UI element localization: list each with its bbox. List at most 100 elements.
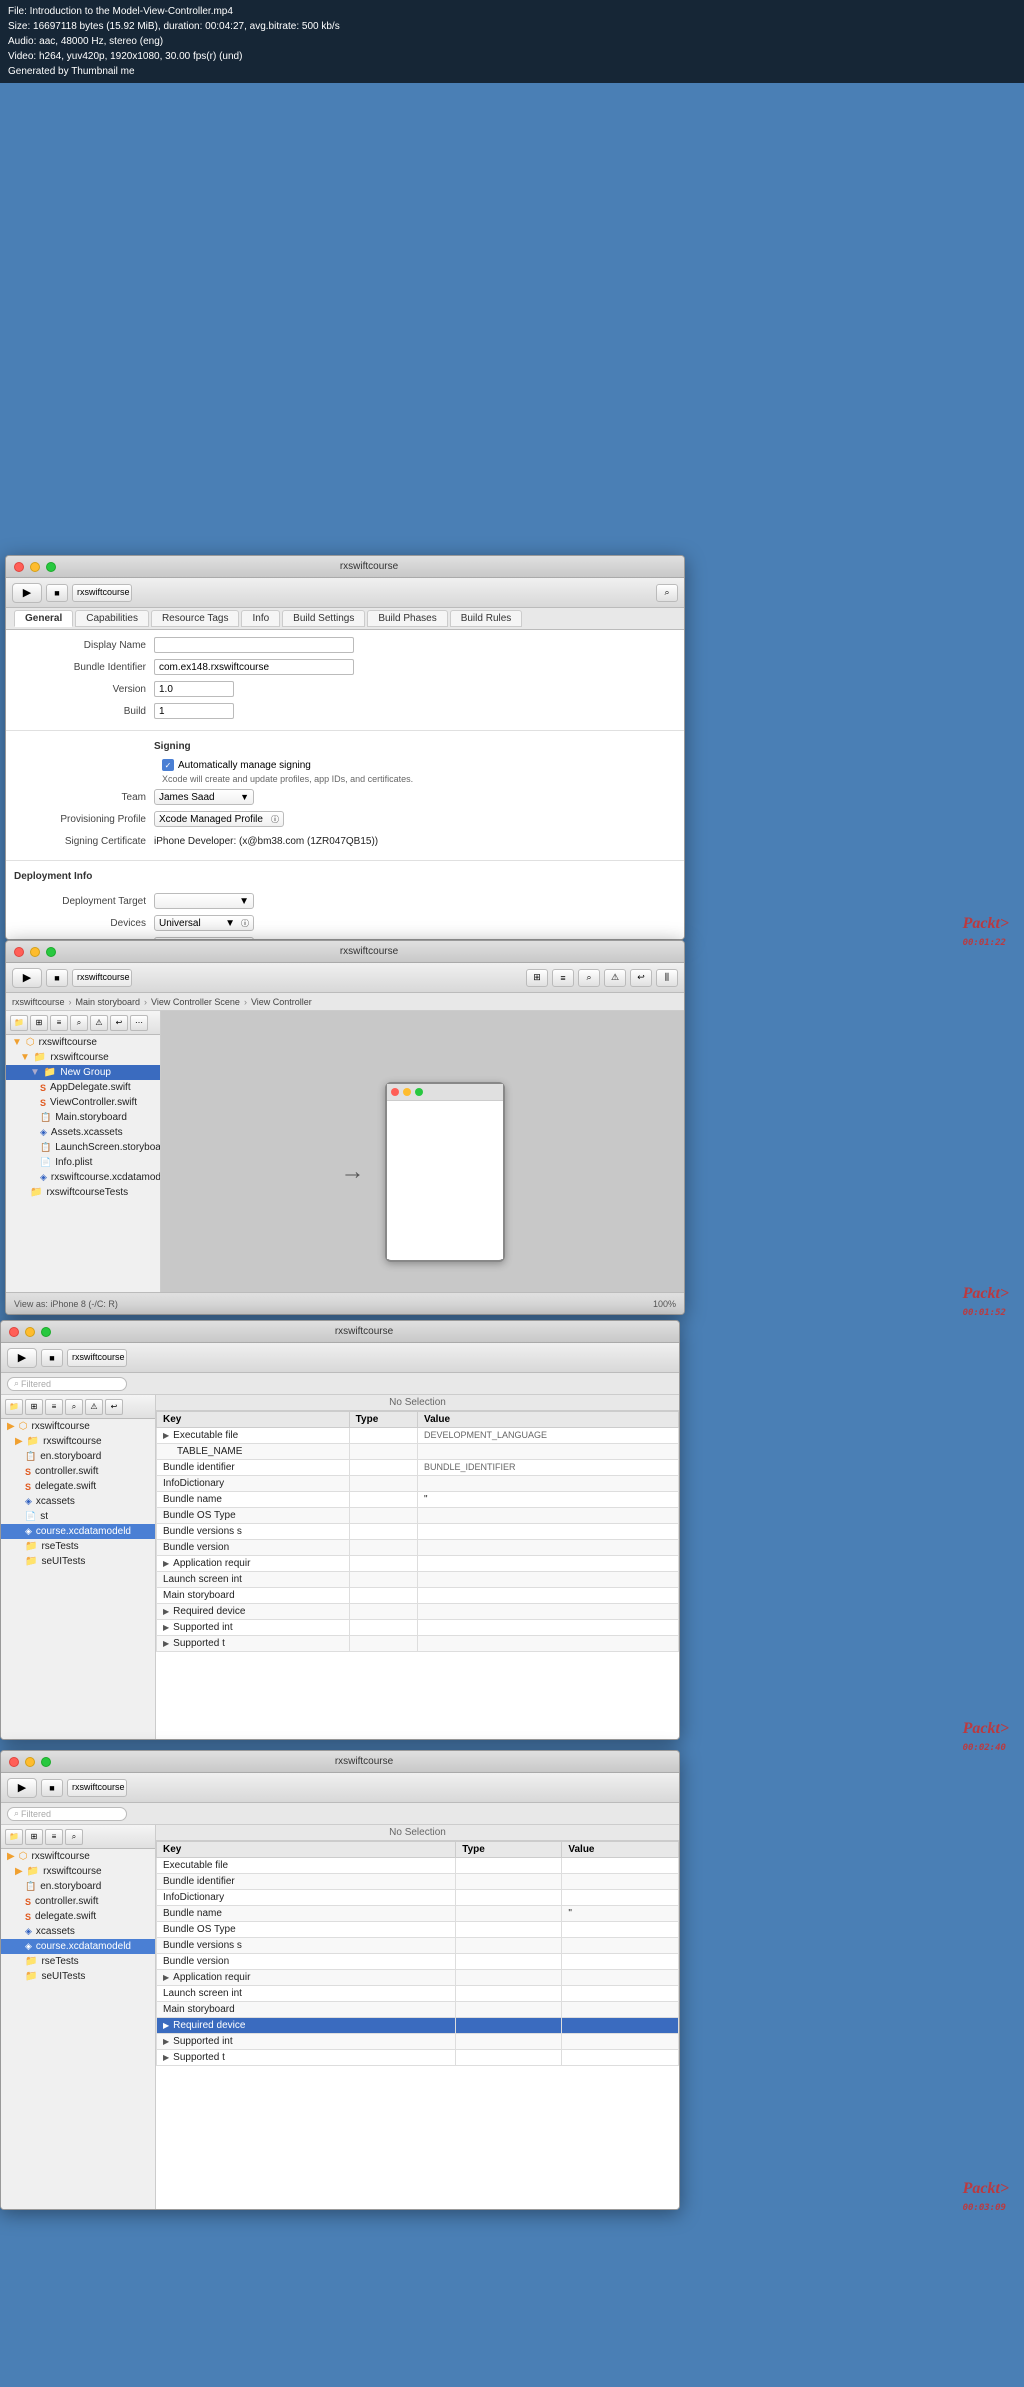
close-button-3[interactable]	[9, 1327, 19, 1337]
stop-button-4[interactable]: ■	[41, 1779, 63, 1797]
sb4-delegate[interactable]: S delegate.swift	[1, 1909, 155, 1924]
bundle-id-input[interactable]	[154, 659, 354, 675]
plist-row-tablename[interactable]: TABLE_NAME	[157, 1444, 679, 1460]
sb3-git-btn[interactable]: ↩	[105, 1399, 123, 1415]
sidebar-git-btn[interactable]: ↩	[110, 1015, 128, 1031]
stop-button-3[interactable]: ■	[41, 1349, 63, 1367]
filter-search-box[interactable]: ⌕ Filtered	[7, 1377, 127, 1391]
sb4-rsetests[interactable]: 📁 rseTests	[1, 1954, 155, 1969]
deploy-target-dropdown[interactable]: ▼	[154, 893, 254, 909]
sb3-storyboard[interactable]: 📋 en.storyboard	[1, 1449, 155, 1464]
sb4-root[interactable]: ▶ ⬡ rxswiftcourse	[1, 1849, 155, 1864]
sidebar-folder-btn[interactable]: 📁	[10, 1015, 28, 1031]
p4-row-infodict[interactable]: InfoDictionary	[157, 1890, 679, 1906]
sidebar-item-new-group[interactable]: ▼ 📁 New Group	[6, 1065, 160, 1080]
plist-row-exec[interactable]: ▶Executable file DEVELOPMENT_LANGUAGE	[157, 1428, 679, 1444]
plist-row-mainstoryboard[interactable]: Main storyboard	[157, 1588, 679, 1604]
sb3-list-btn[interactable]: ≡	[45, 1399, 63, 1415]
sb3-folder-btn[interactable]: 📁	[5, 1399, 23, 1415]
warning-btn[interactable]: ⚠	[604, 969, 626, 987]
auto-manage-checkbox[interactable]: ✓	[162, 759, 174, 771]
plist-row-infodict[interactable]: InfoDictionary	[157, 1476, 679, 1492]
sb4-controller[interactable]: S controller.swift	[1, 1894, 155, 1909]
list-view-btn[interactable]: ≡	[552, 969, 574, 987]
sidebar-item-launchscreen[interactable]: 📋 LaunchScreen.storyboard	[6, 1140, 160, 1155]
run-button-2[interactable]: ▶	[12, 968, 42, 988]
minimize-button-2[interactable]	[30, 947, 40, 957]
p4-row-appreq[interactable]: ▶Application requir	[157, 1970, 679, 1986]
filter-btn-2[interactable]: ⌕	[578, 969, 600, 987]
plist-row-supint[interactable]: ▶Supported int	[157, 1620, 679, 1636]
maximize-button-4[interactable]	[41, 1757, 51, 1767]
sb4-btn2[interactable]: ⊞	[25, 1829, 43, 1845]
p4-row-bundlename[interactable]: Bundle name "	[157, 1906, 679, 1922]
close-button-4[interactable]	[9, 1757, 19, 1767]
sb3-warning-btn[interactable]: ⚠	[85, 1399, 103, 1415]
display-name-input[interactable]	[154, 637, 354, 653]
version-input[interactable]	[154, 681, 234, 697]
p4-row-launchscreen[interactable]: Launch screen int	[157, 1986, 679, 2002]
sb3-xcdatamodel[interactable]: ◈ course.xcdatamodeld	[1, 1524, 155, 1539]
sidebar-item-main-storyboard[interactable]: 📋 Main.storyboard	[6, 1110, 160, 1125]
close-button-2[interactable]	[14, 947, 24, 957]
sidebar-item-root-2[interactable]: ▼ ⬡ rxswiftcourse	[6, 1035, 160, 1050]
maximize-button-1[interactable]	[46, 562, 56, 572]
split-view-btn[interactable]: ⫼	[656, 969, 678, 987]
tab-build-rules[interactable]: Build Rules	[450, 610, 523, 627]
git-btn[interactable]: ↩	[630, 969, 652, 987]
tab-capabilities[interactable]: Capabilities	[75, 610, 149, 627]
prov-profile-dropdown[interactable]: Xcode Managed Profile ⓘ	[154, 811, 284, 827]
sb3-controller[interactable]: S controller.swift	[1, 1464, 155, 1479]
run-button-3[interactable]: ▶	[7, 1348, 37, 1368]
p4-row-supint[interactable]: ▶Supported int	[157, 2034, 679, 2050]
maximize-button-3[interactable]	[41, 1327, 51, 1337]
sidebar-item-tests[interactable]: 📁 rxswiftcourseTests	[6, 1185, 160, 1200]
sb4-btn4[interactable]: ⌕	[65, 1829, 83, 1845]
plist-row-bundleos[interactable]: Bundle OS Type	[157, 1508, 679, 1524]
sb3-st[interactable]: 📄 st	[1, 1509, 155, 1524]
tab-build-settings[interactable]: Build Settings	[282, 610, 365, 627]
sb3-rsetests[interactable]: 📁 rseTests	[1, 1539, 155, 1554]
sidebar-item-rxswift-2[interactable]: ▼ 📁 rxswiftcourse	[6, 1050, 160, 1065]
main-interface-dropdown[interactable]: Main ▼	[154, 937, 254, 939]
minimize-button-1[interactable]	[30, 562, 40, 572]
filter-search-box-4[interactable]: ⌕ Filtered	[7, 1807, 127, 1821]
stop-button-2[interactable]: ■	[46, 969, 68, 987]
sidebar-item-infoplist[interactable]: 📄 Info.plist	[6, 1155, 160, 1170]
p4-row-exec[interactable]: Executable file	[157, 1858, 679, 1874]
sb3-grid-btn[interactable]: ⊞	[25, 1399, 43, 1415]
plist-row-supt[interactable]: ▶Supported t	[157, 1636, 679, 1652]
sidebar-item-appdelegate[interactable]: S AppDelegate.swift	[6, 1080, 160, 1095]
sb3-search-btn[interactable]: ⌕	[65, 1399, 83, 1415]
p4-row-bundleid[interactable]: Bundle identifier	[157, 1874, 679, 1890]
plist-row-launchscreen[interactable]: Launch screen int	[157, 1572, 679, 1588]
sb3-xcassets[interactable]: ◈ xcassets	[1, 1494, 155, 1509]
plist-row-appreq[interactable]: ▶Application requir	[157, 1556, 679, 1572]
p4-row-mainstoryboard[interactable]: Main storyboard	[157, 2002, 679, 2018]
p4-row-required-device[interactable]: ▶Required device	[157, 2018, 679, 2034]
sidebar-item-viewcontroller[interactable]: S ViewController.swift	[6, 1095, 160, 1110]
run-button-4[interactable]: ▶	[7, 1778, 37, 1798]
sidebar-search-btn[interactable]: ⌕	[70, 1015, 88, 1031]
team-dropdown[interactable]: James Saad ▼	[154, 789, 254, 805]
plist-row-bundleid[interactable]: Bundle identifier BUNDLE_IDENTIFIER	[157, 1460, 679, 1476]
sidebar-grid-btn[interactable]: ⊞	[30, 1015, 48, 1031]
p4-row-bundlevers[interactable]: Bundle versions s	[157, 1938, 679, 1954]
sb4-xcdatamodel[interactable]: ◈ course.xcdatamodeld	[1, 1939, 155, 1954]
sb4-seuitests[interactable]: 📁 seUITests	[1, 1969, 155, 1984]
stop-button-1[interactable]: ■	[46, 584, 68, 602]
sb4-btn3[interactable]: ≡	[45, 1829, 63, 1845]
tab-resource-tags[interactable]: Resource Tags	[151, 610, 240, 627]
plist-row-reqdevice[interactable]: ▶Required device	[157, 1604, 679, 1620]
plist-row-bundlever[interactable]: Bundle version	[157, 1540, 679, 1556]
run-button-1[interactable]: ▶	[12, 583, 42, 603]
p4-row-bundleos[interactable]: Bundle OS Type	[157, 1922, 679, 1938]
minimize-button-4[interactable]	[25, 1757, 35, 1767]
minimize-button-3[interactable]	[25, 1327, 35, 1337]
filter-btn-1[interactable]: ⌕	[656, 584, 678, 602]
sidebar-list-btn[interactable]: ≡	[50, 1015, 68, 1031]
sb3-delegate[interactable]: S delegate.swift	[1, 1479, 155, 1494]
p4-row-bundlever[interactable]: Bundle version	[157, 1954, 679, 1970]
sidebar-item-xcdatamodel[interactable]: ◈ rxswiftcourse.xcdatamodeld	[6, 1170, 160, 1185]
p4-row-supt[interactable]: ▶Supported t	[157, 2050, 679, 2066]
